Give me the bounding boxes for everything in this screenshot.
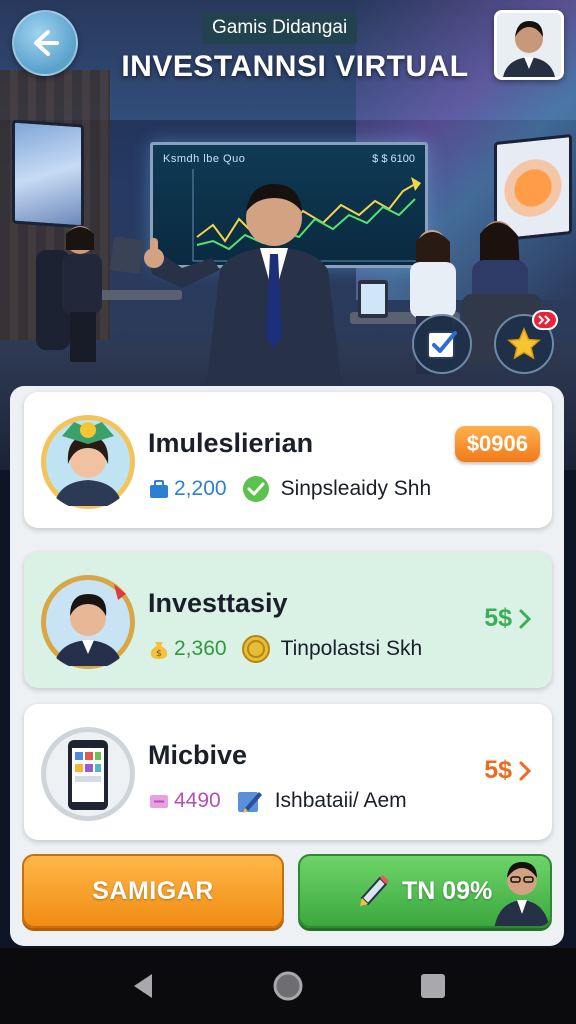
advisor-avatar-icon [494, 862, 550, 926]
price-value: 5$ [484, 756, 512, 784]
chevron-right-icon [519, 609, 532, 628]
primary-action-button[interactable]: SAMIGAR [22, 854, 284, 928]
double-chevron-icon [538, 315, 551, 325]
svg-text:$: $ [156, 649, 162, 659]
price-link[interactable]: 5$ [484, 756, 532, 785]
card-avatar [40, 726, 136, 822]
check-circle-icon [241, 474, 271, 504]
woman-avatar-icon [41, 415, 135, 509]
triangle-back-icon [133, 974, 152, 998]
card-tag-label: Ishbataii/ Aem [274, 789, 407, 812]
card-name: Micbive [148, 740, 248, 770]
man-avatar-icon [41, 575, 135, 669]
square-recents-icon [421, 974, 446, 998]
colleague-left [36, 226, 144, 362]
nav-home-button[interactable] [264, 962, 312, 1010]
card-name: Investtasiy [148, 588, 288, 618]
profile-avatar-button[interactable] [494, 10, 564, 80]
card-stat-value: 4490 [174, 789, 221, 812]
game-label: Gamis Didangai [202, 12, 358, 44]
phone-avatar-icon [41, 727, 135, 821]
card-stats-row: 2,200 Sinpsleaidy Shh [148, 474, 431, 504]
businessman-figure [144, 184, 342, 388]
chevron-right-icon [519, 761, 532, 780]
tag-icon [148, 790, 170, 812]
page-title: INVESTANNSI VIRTUAL [121, 50, 469, 83]
card-tag-label: Sinpsleaidy Shh [280, 477, 432, 500]
investment-card[interactable]: Imuleslierian 2,200 Sinpsleaidy Shh $090… [24, 392, 552, 528]
nav-recents-button[interactable] [409, 962, 457, 1010]
task-checkbox-button[interactable] [412, 314, 472, 374]
investment-card[interactable]: Investtasiy $ 2,360 Tinpolastsi Skh 5$ [24, 552, 552, 688]
price-value: 5$ [484, 604, 512, 632]
checkbox-icon [427, 331, 457, 359]
card-name: Imuleslierian [148, 428, 314, 458]
card-avatar [40, 574, 136, 670]
coin-icon [241, 634, 271, 664]
notification-badge[interactable] [532, 310, 558, 330]
investment-card[interactable]: Micbive 4490 Ishbataii/ Aem 5$ [24, 704, 552, 840]
secondary-action-label: TN 09% [402, 877, 493, 905]
nav-back-button[interactable] [119, 962, 167, 1010]
card-stat-value: 2,200 [174, 477, 227, 500]
user-avatar-icon [497, 13, 561, 77]
money-bag-icon: $ [148, 638, 170, 660]
price-badge[interactable]: $0906 [454, 426, 540, 462]
pencil-icon [360, 875, 389, 906]
pen-icon [235, 786, 265, 816]
star-icon [507, 327, 541, 360]
briefcase-icon [148, 478, 170, 500]
circle-home-icon [273, 971, 303, 1001]
card-stats-row: 4490 Ishbataii/ Aem [148, 786, 407, 816]
secondary-action-button[interactable]: TN 09% [298, 854, 552, 928]
price-link[interactable]: 5$ [484, 604, 532, 633]
wall-screen-left [12, 119, 84, 229]
system-nav-bar [0, 948, 576, 1024]
card-avatar [40, 414, 136, 510]
card-tag-label: Tinpolastsi Skh [280, 637, 423, 660]
card-stat-value: 2,360 [174, 637, 227, 660]
card-stats-row: $ 2,360 Tinpolastsi Skh [148, 634, 422, 664]
